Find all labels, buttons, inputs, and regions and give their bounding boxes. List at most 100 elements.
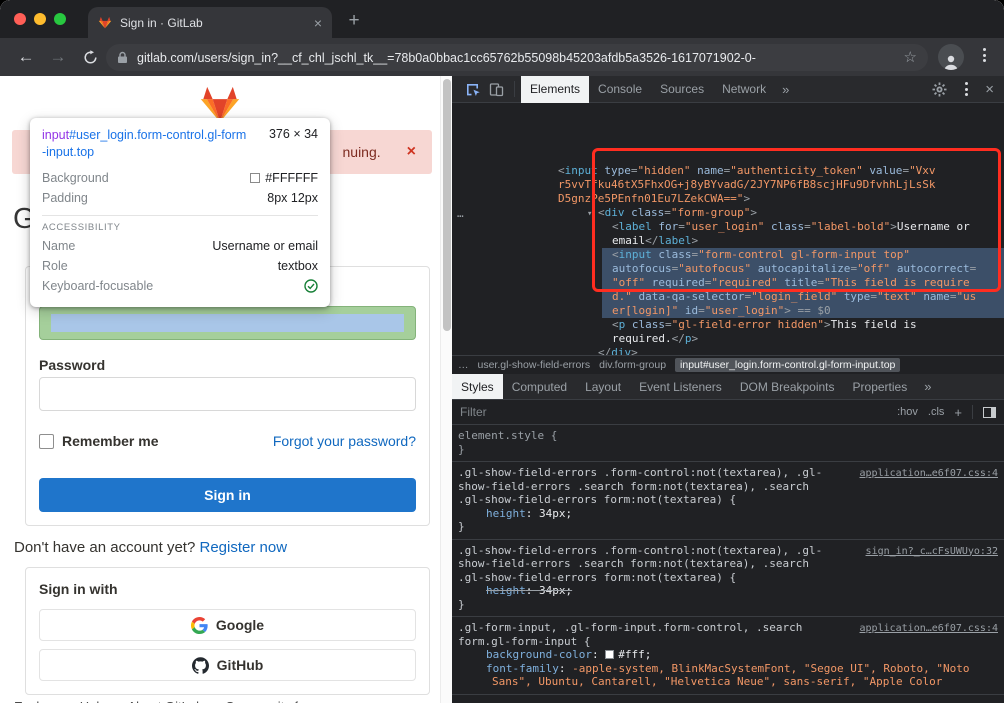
scrollbar-thumb[interactable]: [443, 79, 451, 331]
dom-tree-node[interactable]: required.</p>: [452, 332, 1004, 346]
more-tabs-icon[interactable]: »: [775, 82, 796, 97]
gitlab-signin-page: nuing. × G Password Remember me Forgot y…: [0, 76, 452, 703]
remember-me-checkbox[interactable]: [39, 434, 54, 449]
css-selector[interactable]: .gl-show-field-errors form:not(textarea)…: [458, 571, 998, 585]
dom-tree-node[interactable]: D5gnzPe5PEnfn01Eu7LZekCWA==">: [452, 192, 1004, 206]
css-selector[interactable]: show-field-errors .search form:not(texta…: [458, 480, 998, 494]
css-selector[interactable]: show-field-errors .search form:not(texta…: [458, 557, 998, 571]
dom-tree-node[interactable]: </div>: [452, 346, 1004, 355]
tooltip-padding-value: 8px 12px: [267, 191, 318, 205]
breadcrumb-item[interactable]: user.gl-show-field-errors: [478, 359, 591, 371]
macos-traffic-lights: [14, 13, 66, 25]
devtools-settings-gear-icon[interactable]: [932, 82, 947, 97]
alert-text: nuing.: [343, 144, 381, 160]
new-tab-button[interactable]: +: [342, 9, 366, 33]
breadcrumb-item[interactable]: …: [458, 359, 469, 371]
browser-menu-icon[interactable]: [978, 48, 990, 62]
dom-tree-node[interactable]: <input class="form-control gl-form-input…: [452, 248, 1004, 262]
dom-tree-node[interactable]: <label for="user_login" class="label-bol…: [452, 220, 1004, 234]
google-signin-button[interactable]: Google: [39, 609, 416, 641]
css-selector[interactable]: .gl-show-field-errors form:not(textarea)…: [458, 493, 998, 507]
styles-tabs: StylesComputedLayoutEvent ListenersDOM B…: [452, 374, 1004, 400]
tooltip-background-label: Background: [42, 171, 109, 185]
styles-more-tabs-icon[interactable]: »: [916, 374, 939, 399]
styles-filter-input[interactable]: Filter: [460, 405, 487, 419]
password-input[interactable]: [39, 377, 416, 411]
bookmark-star-icon[interactable]: ☆: [904, 50, 917, 65]
inspect-element-icon[interactable]: [460, 81, 484, 98]
css-declaration[interactable]: font-family: -apple-system, BlinkMacSyst…: [458, 662, 998, 676]
tab-close-icon[interactable]: ×: [314, 16, 322, 30]
devtools-menu-icon[interactable]: [960, 82, 972, 96]
dom-tree-node[interactable]: <p class="gl-field-error hidden">This fi…: [452, 318, 1004, 332]
styles-tab-properties[interactable]: Properties: [844, 374, 917, 399]
css-declaration[interactable]: height: 34px;: [458, 507, 998, 521]
profile-avatar[interactable]: [938, 44, 964, 70]
breadcrumb-item[interactable]: div.form-group: [599, 359, 666, 371]
dom-tree-node[interactable]: ▾<div class="form-group">: [452, 206, 1004, 220]
css-selector[interactable]: element.style {: [458, 429, 998, 443]
zoom-window-button[interactable]: [54, 13, 66, 25]
sign-in-button[interactable]: Sign in: [39, 478, 416, 512]
css-declaration-continuation[interactable]: Sans", Ubuntu, Cantarell, "Helvetica Neu…: [458, 675, 998, 689]
color-swatch[interactable]: [605, 650, 614, 659]
social-signin-title: Sign in with: [39, 581, 118, 597]
forward-button[interactable]: →: [46, 46, 70, 68]
minimize-window-button[interactable]: [34, 13, 46, 25]
dom-tree-node[interactable]: "off" required="required" title="This fi…: [452, 276, 1004, 290]
devtools-close-icon[interactable]: ×: [985, 82, 994, 97]
dom-tree-node[interactable]: autofocus="autofocus" autocapitalize="of…: [452, 262, 1004, 276]
alert-close-icon[interactable]: ×: [407, 144, 416, 160]
page-scrollbar[interactable]: [440, 76, 452, 703]
dom-tree-node[interactable]: d." data-qa-selector="login_field" type=…: [452, 290, 1004, 304]
styles-tab-styles[interactable]: Styles: [452, 374, 503, 399]
device-toolbar-icon[interactable]: [484, 81, 508, 98]
pseudo-state-toggle[interactable]: :hov: [897, 406, 918, 418]
accessibility-section-title: ACCESSIBILITY: [42, 222, 318, 233]
breadcrumb-item[interactable]: input#user_login.form-control.gl-form-in…: [675, 358, 900, 372]
inspected-element-selector: input#user_login.form-control.gl-form-in…: [42, 127, 250, 161]
styles-tab-layout[interactable]: Layout: [576, 374, 630, 399]
element-class-toggle[interactable]: .cls: [928, 406, 945, 418]
styles-tab-event-listeners[interactable]: Event Listeners: [630, 374, 731, 399]
css-declaration[interactable]: height: 34px;: [458, 584, 998, 598]
forgot-password-link[interactable]: Forgot your password?: [273, 433, 416, 449]
browser-tab[interactable]: Sign in · GitLab ×: [88, 7, 332, 38]
github-signin-button[interactable]: GitHub: [39, 649, 416, 681]
google-button-label: Google: [216, 617, 264, 633]
github-button-label: GitHub: [217, 657, 264, 673]
devtools-tab-network[interactable]: Network: [713, 76, 775, 103]
dom-tree-node[interactable]: email</label>: [452, 234, 1004, 248]
collapse-arrow-icon[interactable]: ▾: [587, 207, 592, 221]
breadcrumbs: … user.gl-show-field-errors div.form-group…: [452, 355, 1004, 374]
dom-tree-node[interactable]: er[login]" id="user_login"> == $0: [452, 304, 1004, 318]
remember-me-label: Remember me: [62, 433, 273, 449]
dock-sidebar-icon[interactable]: [983, 407, 996, 418]
dom-tree-node[interactable]: <input type="hidden" name="authenticity_…: [452, 164, 1004, 178]
padlock-icon: [117, 51, 128, 64]
css-source-link[interactable]: application…e6f07.css:4: [860, 622, 998, 636]
url-text[interactable]: gitlab.com/users/sign_in?__cf_chl_jschl_…: [137, 51, 895, 65]
styles-tab-dom-breakpoints[interactable]: DOM Breakpoints: [731, 374, 844, 399]
dom-tree-node[interactable]: r5vvTfku46tX5FhxOG+j8yBYvadG/2JY7NP6fB8s…: [452, 178, 1004, 192]
back-button[interactable]: ←: [14, 46, 38, 68]
css-source-link[interactable]: application…e6f07.css:4: [860, 467, 998, 481]
css-source-link[interactable]: sign_in?_c…cFsUWUyo:32: [866, 545, 998, 559]
devtools-tab-console[interactable]: Console: [589, 76, 651, 103]
a11y-name-label: Name: [42, 239, 75, 253]
username-input[interactable]: [39, 306, 416, 340]
address-bar[interactable]: gitlab.com/users/sign_in?__cf_chl_jschl_…: [106, 44, 928, 71]
css-selector[interactable]: form.gl-form-input {: [458, 635, 998, 649]
close-window-button[interactable]: [14, 13, 26, 25]
css-declaration[interactable]: background-color: #fff;: [458, 648, 998, 662]
register-now-link[interactable]: Register now: [200, 539, 288, 556]
new-style-rule-button[interactable]: +: [954, 405, 962, 420]
tooltip-padding-label: Padding: [42, 191, 88, 205]
refresh-button[interactable]: [78, 46, 102, 68]
devtools-tab-elements[interactable]: Elements: [521, 76, 589, 103]
styles-tab-computed[interactable]: Computed: [503, 374, 576, 399]
social-signin-card: Sign in with Google GitHub: [25, 567, 430, 695]
css-rule: application…e6f07.css:4 .gl-show-field-er…: [452, 462, 1004, 540]
devtools-tab-sources[interactable]: Sources: [651, 76, 713, 103]
css-rule-close-brace: }: [458, 520, 998, 534]
